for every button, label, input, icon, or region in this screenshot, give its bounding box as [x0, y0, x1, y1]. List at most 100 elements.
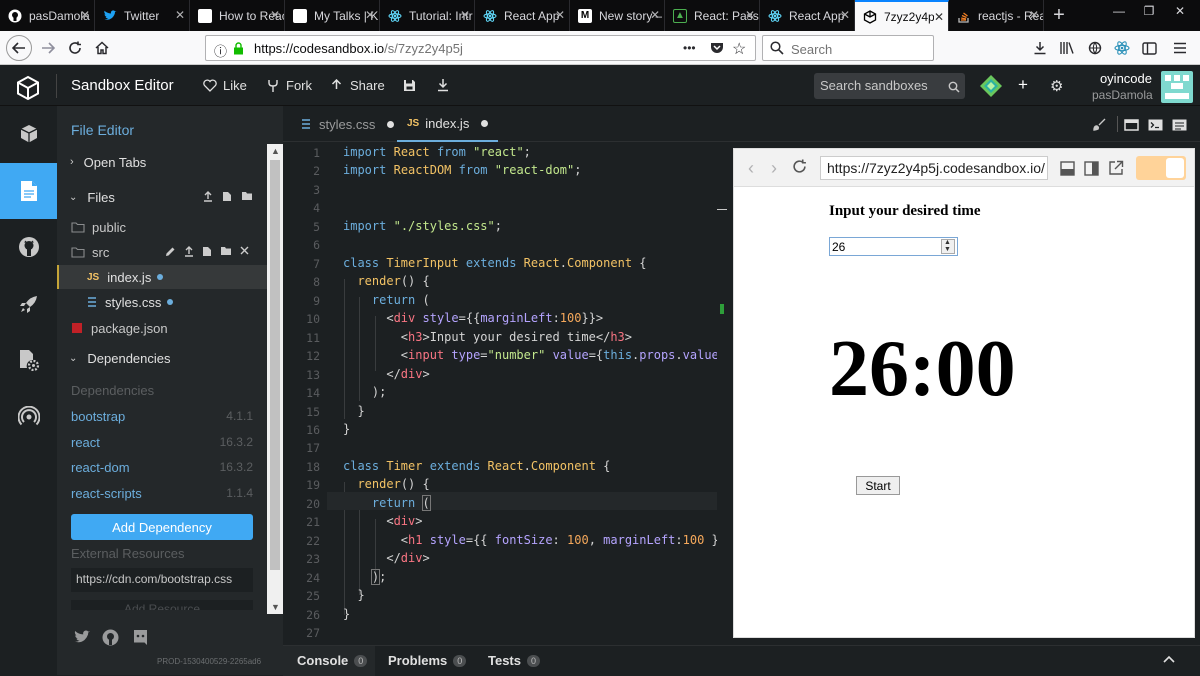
close-tab-icon[interactable]: ✕	[365, 8, 375, 22]
tree-item-index-js[interactable]: JS index.js	[57, 265, 267, 289]
scroll-up-icon[interactable]: ▲	[271, 146, 280, 156]
close-tab-icon[interactable]: ✕	[1029, 8, 1039, 22]
settings-gear-icon[interactable]: ⚙	[1050, 77, 1063, 95]
horizontal-layout-icon[interactable]	[1060, 161, 1075, 181]
config-files-button[interactable]	[0, 332, 57, 388]
spinner-down-icon[interactable]: ▼	[944, 246, 951, 253]
new-tab-button[interactable]: +	[1044, 0, 1074, 31]
unsaved-dot-icon[interactable]	[387, 120, 395, 128]
open-in-new-window-icon[interactable]	[1108, 160, 1124, 181]
bookmark-star-icon[interactable]: ☆	[732, 39, 746, 59]
discord-icon[interactable]	[132, 629, 149, 651]
close-tab-icon[interactable]: ✕	[175, 8, 185, 22]
scrollbar-thumb[interactable]	[270, 160, 280, 570]
auto-refresh-toggle[interactable]	[1136, 156, 1186, 180]
upload-icon[interactable]	[203, 191, 213, 202]
minimize-icon[interactable]: —	[1105, 0, 1133, 22]
pocket-icon[interactable]	[710, 41, 724, 60]
console-view-icon[interactable]	[1148, 118, 1163, 136]
add-dependency-button[interactable]: Add Dependency	[71, 514, 253, 540]
project-info-button[interactable]	[0, 106, 57, 162]
patron-badge-icon[interactable]	[979, 74, 1003, 103]
share-button[interactable]: Share	[330, 78, 385, 93]
browser-tab[interactable]: pasDamola ✕	[0, 0, 95, 31]
dependency-row[interactable]: react-dom 16.3.2	[57, 460, 267, 480]
editor-tab-styles-css[interactable]: styles.css	[293, 106, 402, 142]
browser-tab[interactable]: React App ✕	[475, 0, 570, 31]
close-tab-icon[interactable]: ✕	[555, 8, 565, 22]
dependencies-section[interactable]: ⌄ Dependencies	[57, 346, 267, 370]
browser-tab[interactable]: Twitter ✕	[95, 0, 190, 31]
download-icon[interactable]	[437, 78, 449, 97]
home-button[interactable]	[90, 36, 114, 60]
browser-tab[interactable]: M New story – ✕	[570, 0, 665, 31]
scroll-down-icon[interactable]: ▼	[271, 602, 280, 612]
hamburger-menu-icon[interactable]	[1168, 36, 1192, 60]
expand-panel-icon[interactable]	[1163, 651, 1175, 669]
new-file-icon[interactable]	[202, 246, 212, 257]
sidebar-toggle-icon[interactable]	[1137, 36, 1161, 60]
react-devtools-icon[interactable]	[1110, 36, 1134, 60]
preview-back-icon[interactable]: ‹	[748, 158, 754, 179]
library-icon[interactable]	[1055, 36, 1079, 60]
dependency-row[interactable]: bootstrap 4.1.1	[57, 409, 267, 429]
open-tabs-section[interactable]: › Open Tabs	[57, 150, 267, 174]
browser-view-icon[interactable]	[1124, 118, 1139, 136]
search-sandboxes-input[interactable]: Search sandboxes	[814, 73, 965, 99]
new-folder-icon[interactable]	[220, 246, 232, 256]
vpn-extension-icon[interactable]	[1083, 36, 1107, 60]
maximize-icon[interactable]: ❐	[1135, 0, 1163, 22]
tree-item-package-json[interactable]: package.json	[57, 316, 267, 340]
lock-icon[interactable]	[233, 42, 244, 60]
close-tab-icon[interactable]: ✕	[80, 8, 90, 22]
preview-forward-icon[interactable]: ›	[771, 158, 777, 179]
tests-view-icon[interactable]	[1172, 118, 1187, 136]
browser-tab[interactable]: reactjs - Rea ✕	[949, 0, 1044, 31]
deployment-button[interactable]	[0, 276, 57, 332]
dependency-row[interactable]: react 16.3.2	[57, 435, 267, 455]
start-button[interactable]: Start	[856, 476, 900, 495]
github-button[interactable]	[0, 219, 57, 275]
files-section[interactable]: ⌄ Files	[57, 185, 267, 209]
time-number-input[interactable]: 26 ▲ ▼	[829, 237, 958, 256]
number-spinner[interactable]: ▲ ▼	[941, 239, 955, 254]
twitter-icon[interactable]	[73, 630, 91, 650]
tab-console[interactable]: Console 0	[297, 653, 368, 668]
close-tab-icon[interactable]: ✕	[270, 8, 280, 22]
downloads-icon[interactable]	[1028, 36, 1052, 60]
editor-tab-index-js[interactable]: JS index.js	[397, 106, 499, 142]
browser-tab-active[interactable]: 7zyz2y4p ✕	[855, 0, 949, 31]
search-bar[interactable]: Search	[762, 35, 934, 61]
close-tab-icon[interactable]: ✕	[745, 8, 755, 22]
codesandbox-logo-icon[interactable]	[15, 75, 41, 106]
browser-tab[interactable]: How to Reac ✕	[190, 0, 285, 31]
close-window-icon[interactable]: ✕	[1166, 0, 1194, 22]
close-tab-icon[interactable]: ✕	[933, 10, 944, 24]
sidebar-scrollbar[interactable]: ▲ ▼	[267, 144, 283, 614]
close-tab-icon[interactable]: ✕	[460, 8, 470, 22]
back-button[interactable]	[6, 35, 32, 61]
tree-item-public[interactable]: public	[57, 215, 267, 239]
preview-reload-icon[interactable]	[792, 159, 807, 179]
reload-button[interactable]	[63, 36, 87, 60]
save-icon[interactable]	[403, 79, 416, 97]
new-file-icon[interactable]	[222, 191, 232, 202]
new-sandbox-button[interactable]: +	[1018, 75, 1028, 95]
code-editor[interactable]: 1 2 3 4 5 6 7 8 9 10 11 12 13 14 15 16 1…	[283, 142, 717, 645]
unsaved-dot-icon[interactable]	[481, 119, 489, 127]
vertical-layout-icon[interactable]	[1084, 161, 1099, 181]
tree-item-styles-css[interactable]: styles.css	[57, 290, 267, 314]
browser-tab[interactable]: Tutorial: Intr ✕	[380, 0, 475, 31]
upload-icon[interactable]	[184, 246, 194, 257]
close-tab-icon[interactable]: ✕	[650, 8, 660, 22]
browser-tab[interactable]: My Talks | K ✕	[285, 0, 380, 31]
page-actions-menu-icon[interactable]: •••	[683, 41, 696, 55]
panel-resize-divider[interactable]	[717, 142, 733, 645]
dependency-row[interactable]: react-scripts 1.1.4	[57, 486, 267, 506]
username[interactable]: oyincode	[1098, 71, 1152, 86]
github-icon[interactable]	[102, 629, 119, 651]
new-folder-icon[interactable]	[241, 191, 253, 201]
close-tab-icon[interactable]: ✕	[840, 8, 850, 22]
tab-problems[interactable]: Problems 0	[388, 653, 467, 668]
prettify-brush-icon[interactable]	[1093, 118, 1106, 136]
